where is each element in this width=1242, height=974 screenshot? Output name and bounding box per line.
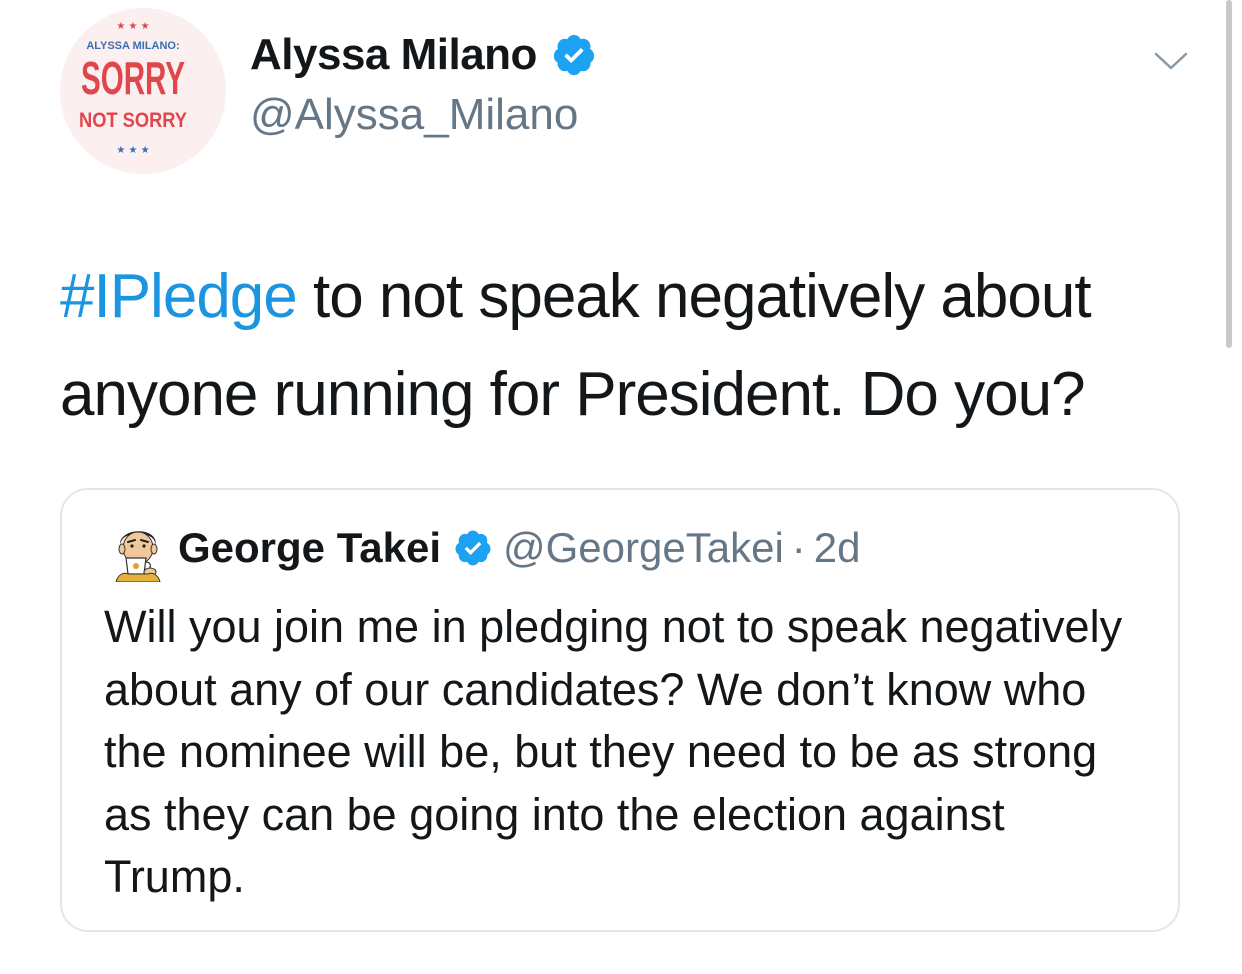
logo-stars-top: ★ ★ ★ [116,21,149,32]
chevron-down-icon[interactable] [1150,40,1192,82]
quoted-tweet-card[interactable]: George Takei @GeorgeTakei · 2d Will you … [60,488,1180,932]
verified-badge-icon [553,34,595,76]
quoted-author-handle[interactable]: @GeorgeTakei [503,524,784,572]
logo-top-text: ALYSSA MILANO: [86,40,179,52]
tweet: ★ ★ ★ ALYSSA MILANO: SORRY NOT SORRY ★ ★… [0,0,1242,974]
tweet-text: #IPledge to not speak negatively about a… [60,248,1210,444]
quoted-tweet-header: George Takei @GeorgeTakei · 2d [178,524,861,572]
quoted-author-name[interactable]: George Takei [178,524,441,572]
logo-stars-bottom: ★ ★ ★ [116,145,149,156]
hashtag-link[interactable]: #IPledge [60,262,298,331]
sorry-not-sorry-logo: ★ ★ ★ ALYSSA MILANO: SORRY NOT SORRY ★ ★… [60,8,226,174]
verified-badge-icon [455,530,491,566]
author-handle[interactable]: @Alyssa_Milano [250,90,578,140]
author-name-text: Alyssa Milano [250,30,537,79]
author-display-name[interactable]: Alyssa Milano [250,30,597,80]
quoted-author-avatar [107,519,169,582]
logo-big-text: SORRY [81,52,185,104]
logo-sub-text: NOT SORRY [79,109,187,132]
scrollbar[interactable] [1226,0,1232,348]
separator-dot: · [791,524,806,571]
quoted-tweet-time[interactable]: 2d [814,524,861,572]
author-avatar[interactable]: ★ ★ ★ ALYSSA MILANO: SORRY NOT SORRY ★ ★… [60,8,226,174]
quoted-tweet-text: Will you join me in pledging not to spea… [104,601,1123,902]
